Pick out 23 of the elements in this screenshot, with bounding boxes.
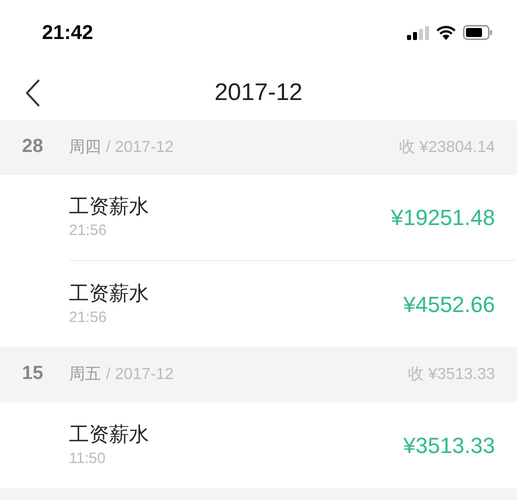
entry-amount: ¥4552.66 [403, 290, 495, 318]
entry-title: 工资薪水 [69, 424, 149, 444]
month-label: / 2017-12 [106, 138, 174, 158]
day-total: 收 ¥23804.14 [398, 138, 495, 158]
signal-icon [407, 26, 429, 40]
month-label: / 2017-12 [106, 364, 174, 384]
back-icon[interactable] [26, 78, 40, 106]
wifi-icon [436, 25, 456, 40]
entry-time: 11:50 [69, 450, 106, 466]
entry-time: 21:56 [69, 223, 108, 238]
day-number: 15 [22, 362, 44, 386]
battery-icon [463, 25, 493, 40]
day-total: 收 ¥3513.33 [408, 364, 495, 384]
entry-time: 21:56 [69, 310, 108, 324]
weekday: 周五 [69, 364, 101, 384]
entry-title: 工资薪水 [69, 284, 149, 304]
entry-amount: ¥3513.33 [403, 432, 495, 460]
entry-amount: ¥19251.48 [391, 204, 495, 232]
status-time: 21:42 [42, 20, 94, 46]
day-number: 28 [22, 135, 44, 160]
page-title: 2017-12 [214, 78, 303, 108]
weekday: 周四 [69, 138, 101, 158]
entry-title: 工资薪水 [69, 197, 149, 217]
